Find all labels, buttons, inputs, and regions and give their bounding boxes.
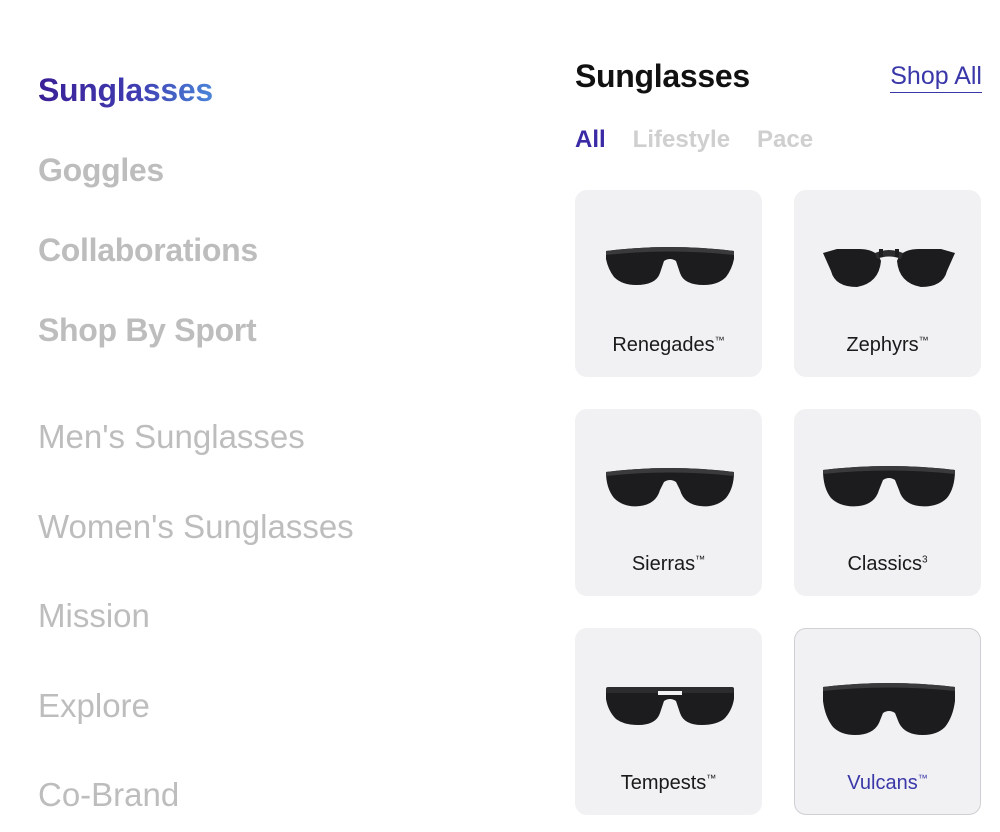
filter-tabs: All Lifestyle Pace [575, 126, 813, 154]
nav-item-goggles[interactable]: Goggles [38, 152, 164, 189]
filter-tab-lifestyle[interactable]: Lifestyle [633, 126, 730, 154]
product-card-classics[interactable]: Classics3 [794, 409, 981, 596]
product-card-sierras[interactable]: Sierras™ [575, 409, 762, 596]
nav-item-shop-by-sport[interactable]: Shop By Sport [38, 312, 257, 349]
nav-link-explore[interactable]: Explore [38, 687, 150, 725]
nav-item-sunglasses[interactable]: Sunglasses [38, 72, 213, 109]
product-name: Sierras™ [631, 553, 706, 575]
product-card-renegades[interactable]: Renegades™ [575, 190, 762, 377]
filter-tab-pace[interactable]: Pace [757, 126, 813, 154]
panel-title: Sunglasses [575, 58, 750, 94]
product-name: Tempests™ [620, 772, 717, 794]
vulcans-sunglasses-icon [795, 677, 982, 757]
nav-link-mens-sunglasses[interactable]: Men's Sunglasses [38, 418, 305, 456]
tempests-sunglasses-icon [576, 677, 763, 757]
category-nav: Sunglasses Goggles Collaborations Shop B… [38, 0, 498, 832]
nav-link-mission[interactable]: Mission [38, 597, 150, 635]
filter-tab-all[interactable]: All [575, 126, 606, 154]
sunglasses-panel: Sunglasses Shop All All Lifestyle Pace R… [575, 0, 985, 832]
product-name: Classics3 [847, 553, 928, 575]
zephyrs-sunglasses-icon [795, 239, 982, 319]
classics-sunglasses-icon [795, 458, 982, 538]
product-card-zephyrs[interactable]: Zephyrs™ [794, 190, 981, 377]
sierras-sunglasses-icon [576, 458, 763, 538]
product-card-vulcans[interactable]: Vulcans™ [794, 628, 981, 815]
product-name: Vulcans™ [847, 772, 928, 794]
product-card-tempests[interactable]: Tempests™ [575, 628, 762, 815]
nav-link-womens-sunglasses[interactable]: Women's Sunglasses [38, 508, 354, 546]
shop-all-link[interactable]: Shop All [890, 62, 982, 93]
renegades-sunglasses-icon [576, 239, 763, 319]
nav-item-collaborations[interactable]: Collaborations [38, 232, 258, 269]
nav-link-co-brand[interactable]: Co-Brand [38, 776, 179, 814]
product-name: Zephyrs™ [846, 334, 929, 356]
product-name: Renegades™ [612, 334, 725, 356]
